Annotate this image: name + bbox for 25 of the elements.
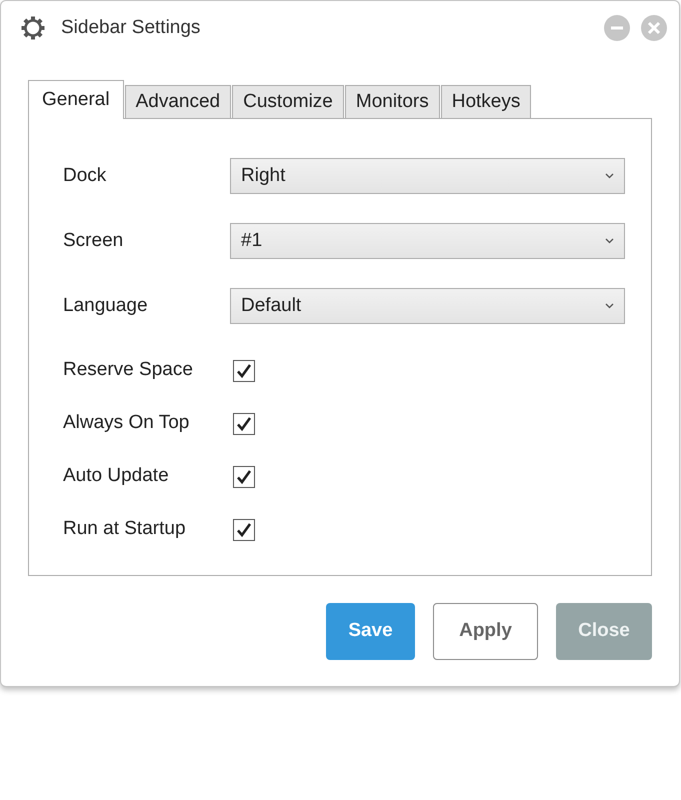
tab[interactable]: Hotkeys (440, 85, 532, 118)
window-title: Sidebar Settings (61, 16, 202, 40)
caret-icon (605, 303, 614, 309)
checkbox-label: Run at Startup (63, 517, 187, 542)
checkbox-label: Auto Update (63, 464, 170, 488)
checkbox[interactable] (233, 466, 255, 488)
checkbox[interactable] (233, 360, 255, 382)
dropdown[interactable]: Default (230, 288, 625, 324)
gear-icon (19, 14, 47, 42)
tab[interactable]: Customize (232, 85, 344, 118)
checkbox[interactable] (233, 412, 255, 434)
tab[interactable]: Monitors (344, 85, 440, 118)
tab[interactable]: General (28, 80, 124, 119)
checkbox-label: Always On Top (63, 411, 190, 436)
field-label: Dock (63, 164, 108, 188)
dialog-button[interactable]: Apply (433, 603, 538, 660)
field-label: Screen (63, 228, 124, 253)
checkbox[interactable] (233, 518, 255, 540)
checkbox-label: Reserve Space (63, 358, 194, 382)
caret-icon (605, 238, 614, 244)
field-label: Language (63, 294, 149, 318)
dropdown[interactable]: Right (230, 158, 625, 194)
caret-icon (605, 173, 614, 179)
dropdown[interactable]: #1 (230, 223, 625, 259)
tab[interactable]: Advanced (124, 85, 232, 118)
